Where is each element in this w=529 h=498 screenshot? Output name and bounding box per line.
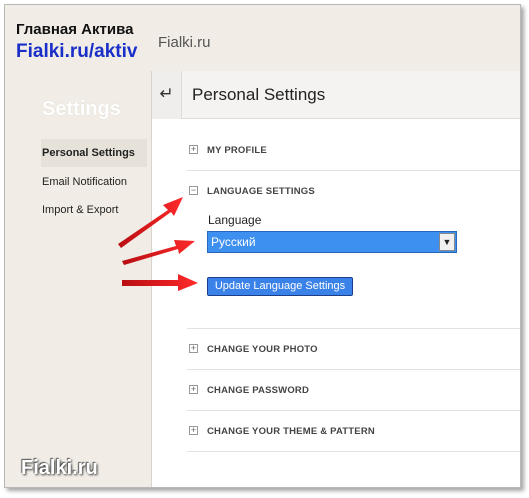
expand-icon[interactable]: + <box>189 344 198 353</box>
section-my-profile[interactable]: + MY PROFILE <box>187 130 520 171</box>
section-change-theme[interactable]: + CHANGE YOUR THEME & PATTERN <box>187 411 520 452</box>
chevron-down-icon[interactable]: ▼ <box>439 233 455 251</box>
language-selected-value: Русский <box>211 235 256 249</box>
section-label[interactable]: LANGUAGE SETTINGS <box>207 186 315 197</box>
site-name[interactable]: Fialki.ru <box>158 34 211 51</box>
section-label[interactable]: CHANGE YOUR THEME & PATTERN <box>207 426 375 437</box>
settings-panel: ↵ Personal Settings + MY PROFILE − LANGU… <box>151 71 520 487</box>
section-language-settings: − LANGUAGE SETTINGS Language Русский ▼ U… <box>187 171 520 329</box>
section-label[interactable]: CHANGE YOUR PHOTO <box>207 344 318 355</box>
screenshot-frame: Главная Актива Fialki.ru/aktiv Fialki.ru… <box>4 4 521 488</box>
panel-header: ↵ Personal Settings <box>152 71 520 119</box>
section-label[interactable]: MY PROFILE <box>207 145 267 156</box>
back-button[interactable]: ↵ <box>152 71 182 119</box>
language-select[interactable]: Русский ▼ <box>207 231 457 253</box>
expand-icon[interactable]: + <box>189 426 198 435</box>
section-label[interactable]: CHANGE PASSWORD <box>207 385 309 396</box>
sidebar-item-personal-settings[interactable]: Personal Settings <box>41 139 147 167</box>
section-change-photo[interactable]: + CHANGE YOUR PHOTO <box>187 329 520 370</box>
watermark-url: Fialki.ru/aktiv <box>16 41 138 62</box>
expand-icon[interactable]: + <box>189 385 198 394</box>
expand-icon[interactable]: + <box>189 145 198 154</box>
page-title: Personal Settings <box>192 85 326 104</box>
watermark-bottom: Fialki.ru <box>21 457 98 479</box>
section-change-password[interactable]: + CHANGE PASSWORD <box>187 370 520 411</box>
sidebar-item-email-notification[interactable]: Email Notification <box>41 168 147 196</box>
language-label: Language <box>208 213 262 227</box>
sidebar-item-import-export[interactable]: Import & Export <box>41 196 147 224</box>
collapse-icon[interactable]: − <box>189 186 198 195</box>
top-bar: Главная Актива Fialki.ru/aktiv Fialki.ru <box>5 5 520 71</box>
watermark-title: Главная Актива <box>16 21 134 38</box>
back-arrow-icon: ↵ <box>159 84 174 103</box>
sidebar-title: Settings <box>42 98 121 120</box>
update-language-button[interactable]: Update Language Settings <box>207 277 353 296</box>
